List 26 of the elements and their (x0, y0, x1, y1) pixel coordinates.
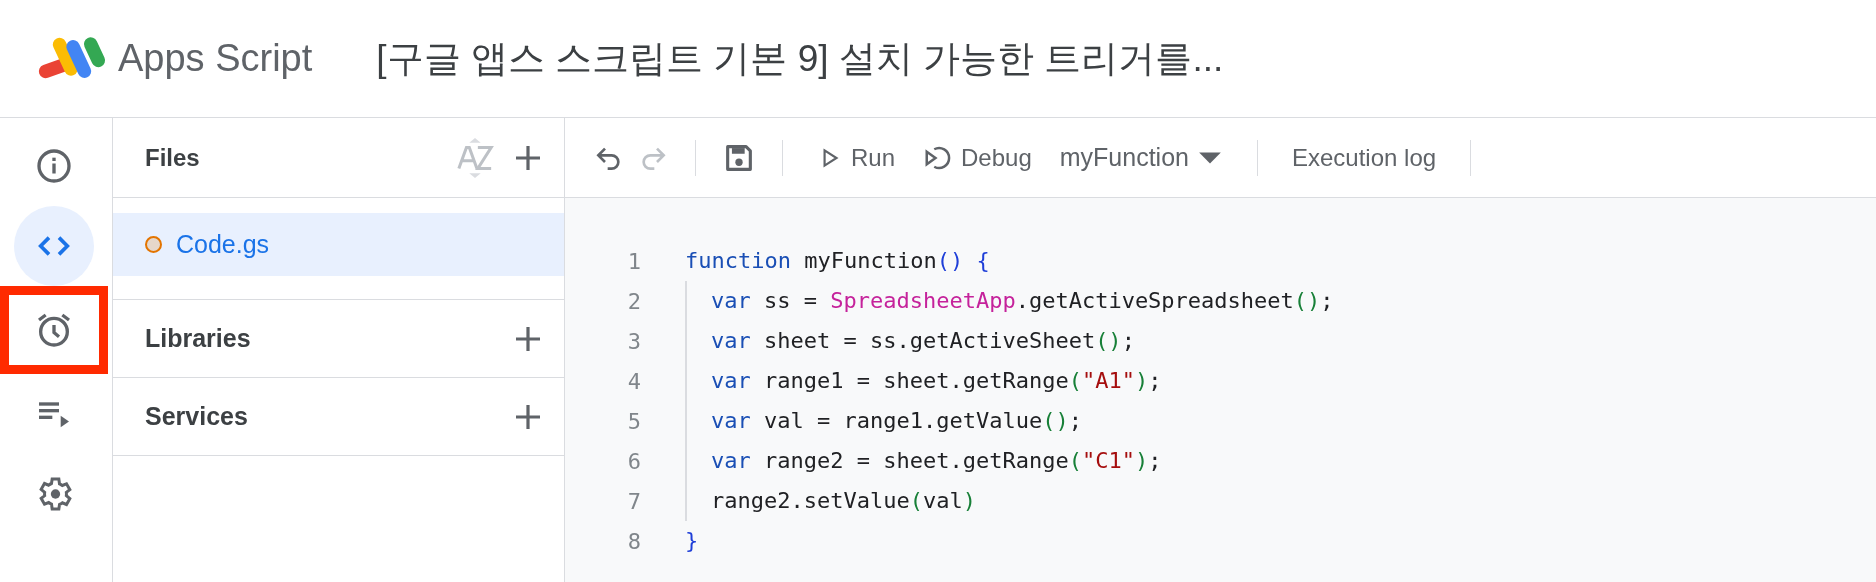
project-title[interactable]: [구글 앱스 스크립트 기본 9] 설치 가능한 트리거를... (376, 33, 1224, 84)
line-number: 4 (626, 368, 641, 394)
execution-log-button[interactable]: Execution log (1278, 135, 1451, 180)
code-line: var sheet = ss.getActiveSheet(); (685, 321, 1135, 361)
line-number: 5 (626, 408, 641, 434)
function-dropdown[interactable]: myFunction (1045, 135, 1237, 180)
line-number: 1 (626, 248, 641, 274)
line-number: 7 (626, 488, 641, 514)
debug-button[interactable]: Debug (909, 134, 1046, 181)
code-line: var val = range1.getValue(); (685, 401, 1082, 441)
line-number: 2 (626, 288, 641, 314)
code-line: function myFunction() { (685, 247, 990, 275)
line-number: 3 (626, 328, 641, 354)
code-line: } (685, 527, 699, 555)
panel-title: Files (145, 143, 201, 172)
section-title: Libraries (145, 324, 252, 353)
code-line: var range2 = sheet.getRange("C1"); (685, 441, 1162, 481)
section-title: Services (145, 402, 249, 431)
run-button[interactable]: Run (803, 135, 910, 180)
code-line: range2.setValue(val) (685, 481, 976, 521)
code-line: var ss = SpreadsheetApp.getActiveSpreadsheet(); (685, 281, 1334, 321)
app-name: Apps Script (118, 37, 313, 80)
line-number: 8 (626, 528, 641, 554)
code-line: var range1 = sheet.getRange("A1"); (685, 361, 1162, 401)
line-number: 6 (626, 448, 641, 474)
file-item[interactable]: Code.gs (113, 213, 564, 276)
